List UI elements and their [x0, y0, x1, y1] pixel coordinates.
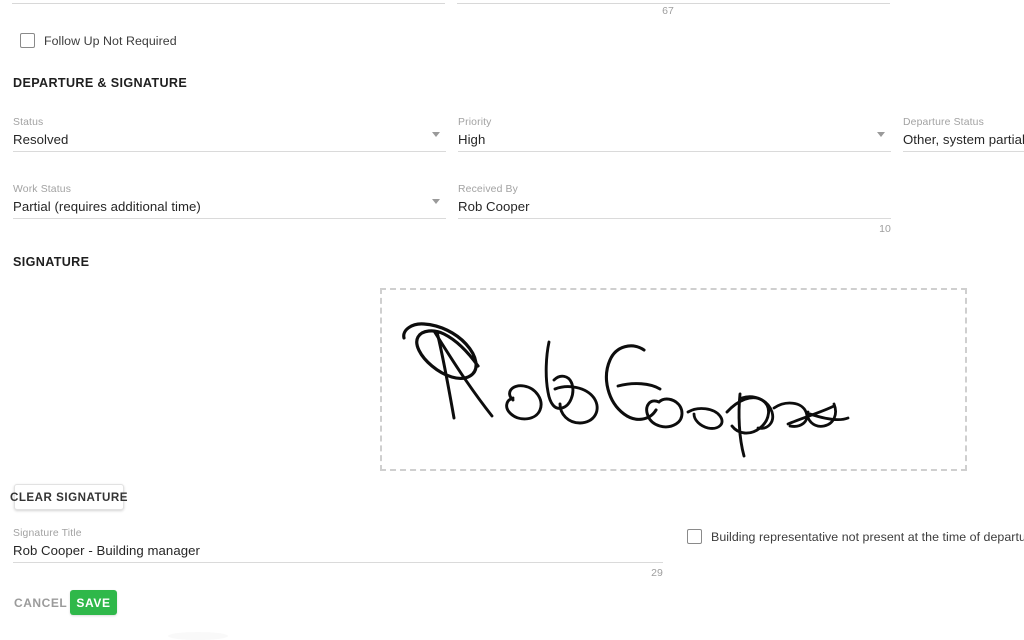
save-button[interactable]: SAVE: [70, 590, 117, 615]
departure-status-label: Departure Status: [903, 117, 984, 128]
signature-title-field[interactable]: Signature Title Rob Cooper - Building ma…: [13, 528, 663, 563]
chevron-down-icon[interactable]: [877, 132, 885, 137]
signature-title-counter: 29: [651, 567, 663, 579]
status-underline: [13, 151, 446, 152]
work-status-label: Work Status: [13, 184, 72, 195]
signature-title-underline: [13, 562, 663, 563]
building-rep-not-present-label: Building representative not present at t…: [711, 529, 1024, 544]
chevron-down-icon[interactable]: [432, 132, 440, 137]
received-by-field[interactable]: Received By Rob Cooper: [458, 184, 891, 219]
previous-field-counter: 67: [662, 5, 674, 17]
follow-up-not-required-row[interactable]: Follow Up Not Required: [20, 33, 177, 48]
priority-underline: [458, 151, 891, 152]
status-label: Status: [13, 117, 44, 128]
priority-value: High: [458, 132, 486, 147]
building-rep-not-present-row[interactable]: Building representative not present at t…: [687, 529, 1024, 544]
priority-label: Priority: [458, 117, 492, 128]
received-by-counter: 10: [879, 223, 891, 235]
signature-heading: SIGNATURE: [13, 255, 90, 269]
work-status-underline: [13, 218, 446, 219]
checkbox-unchecked-icon[interactable]: [20, 33, 35, 48]
form-page: 67 Follow Up Not Required DEPARTURE & SI…: [0, 0, 1024, 640]
signature-title-label: Signature Title: [13, 528, 82, 539]
signature-ink: [402, 322, 850, 458]
priority-field[interactable]: Priority High: [458, 117, 891, 152]
received-by-underline: [458, 218, 891, 219]
departure-status-value: Other, system partially ope: [903, 132, 1024, 147]
status-field[interactable]: Status Resolved: [13, 117, 446, 152]
previous-field-underline-right: [457, 3, 890, 4]
checkbox-unchecked-icon[interactable]: [687, 529, 702, 544]
signature-title-value: Rob Cooper - Building manager: [13, 543, 200, 558]
chevron-down-icon[interactable]: [432, 199, 440, 204]
cancel-button[interactable]: CANCEL: [14, 596, 67, 610]
received-by-label: Received By: [458, 184, 518, 195]
clear-signature-button[interactable]: CLEAR SIGNATURE: [10, 484, 128, 510]
bottom-edge-artifact: [168, 632, 228, 640]
departure-signature-heading: DEPARTURE & SIGNATURE: [13, 76, 188, 90]
received-by-value: Rob Cooper: [458, 199, 530, 214]
previous-field-underline: [12, 3, 445, 4]
departure-status-underline: [903, 151, 1024, 152]
signature-canvas[interactable]: [380, 288, 967, 471]
status-value: Resolved: [13, 132, 69, 147]
departure-status-field[interactable]: Departure Status Other, system partially…: [903, 117, 1024, 152]
work-status-field[interactable]: Work Status Partial (requires additional…: [13, 184, 446, 219]
work-status-value: Partial (requires additional time): [13, 199, 201, 214]
follow-up-not-required-label: Follow Up Not Required: [44, 33, 177, 48]
